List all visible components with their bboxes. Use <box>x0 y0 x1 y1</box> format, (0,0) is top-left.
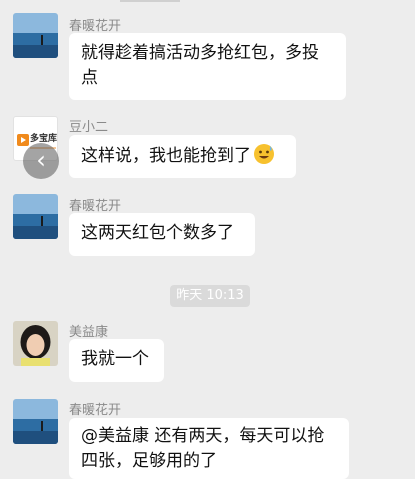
sea-avatar-image <box>13 399 58 444</box>
timestamp-divider: 昨天 10:13 <box>170 285 250 307</box>
message-bubble[interactable]: 就得趁着搞活动多抢红包，多投 点 <box>69 33 346 100</box>
sender-name: 春暖花开 <box>69 403 122 418</box>
message-bubble[interactable]: 我就一个 <box>69 339 164 382</box>
message-text: 这两天红包个数多了 <box>81 223 234 243</box>
message-text: 我就一个 <box>81 349 149 369</box>
scroll-top-divider <box>120 0 180 2</box>
sea-avatar-image <box>13 194 58 239</box>
person-avatar-image <box>13 321 58 366</box>
message-bubble[interactable]: 这两天红包个数多了 <box>69 213 255 256</box>
avatar[interactable] <box>13 13 58 58</box>
message-bubble[interactable]: 这样说，我也能抢到了 <box>69 135 296 178</box>
logo-text: 多宝库 <box>30 134 58 144</box>
message-line: @美益康 还有两天，每天可以抢 <box>81 426 325 446</box>
sender-name: 美益康 <box>69 325 109 340</box>
sea-avatar-image <box>13 13 58 58</box>
message-line: 点 <box>81 68 98 88</box>
sender-name: 春暖花开 <box>69 19 122 34</box>
avatar[interactable] <box>13 321 58 366</box>
back-button[interactable]: ‹ <box>23 143 59 179</box>
message-line: 就得趁着搞活动多抢红包，多投 <box>81 43 319 63</box>
message-bubble[interactable]: @美益康 还有两天，每天可以抢 四张，足够用的了 <box>69 418 349 479</box>
message-text: 这样说，我也能抢到了 <box>81 146 251 166</box>
sender-name: 豆小二 <box>69 120 109 135</box>
sender-name: 春暖花开 <box>69 199 122 214</box>
avatar[interactable] <box>13 194 58 239</box>
avatar[interactable] <box>13 399 58 444</box>
message-line: 四张，足够用的了 <box>81 451 217 471</box>
grinning-sweat-emoji-icon <box>254 144 274 164</box>
